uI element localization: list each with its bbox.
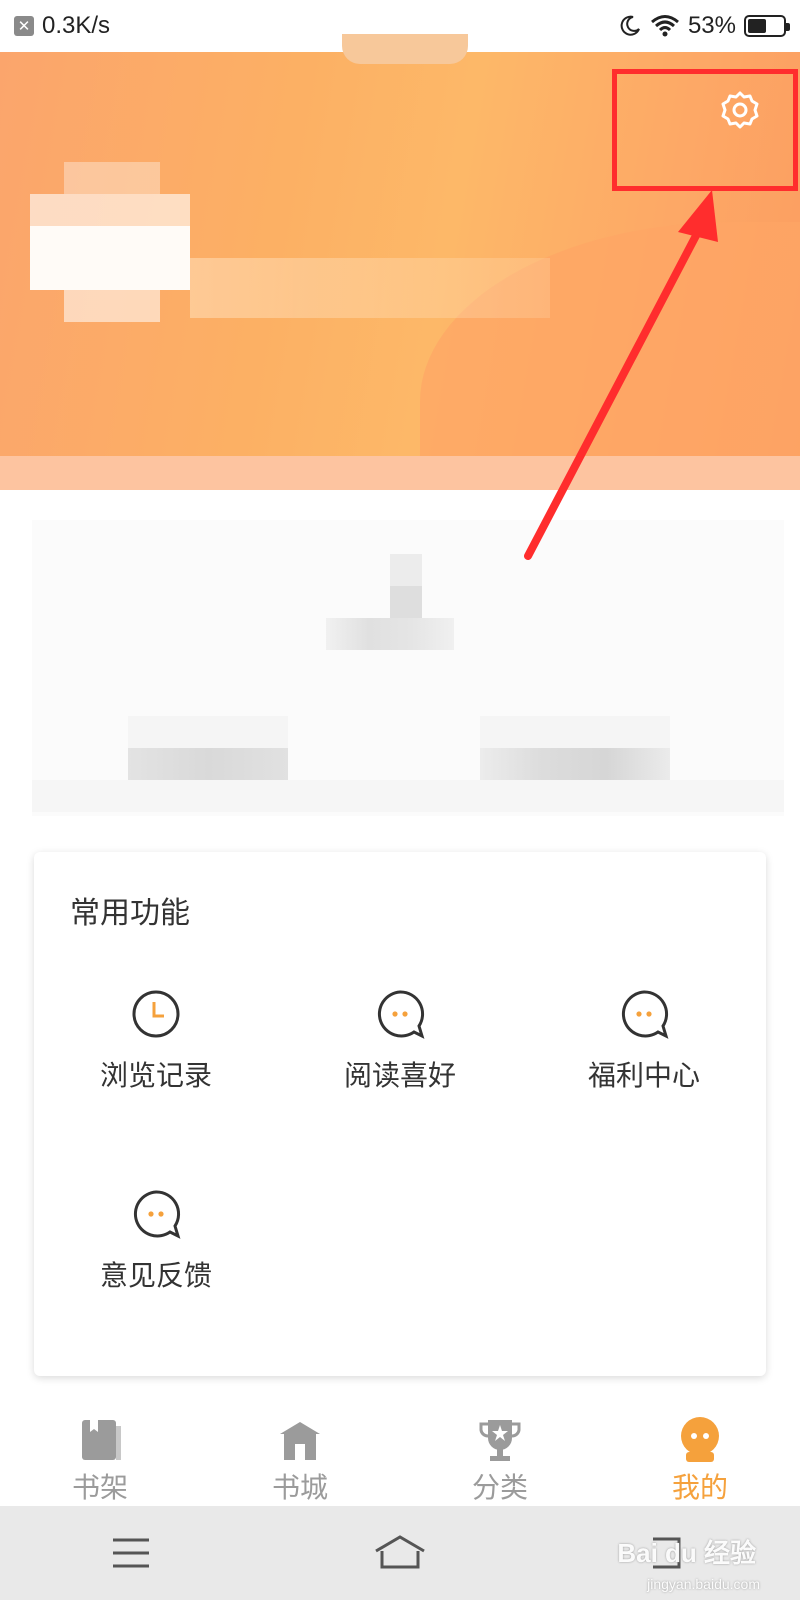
store-icon: [280, 1422, 320, 1460]
function-feedback[interactable]: 意见反馈: [66, 1188, 246, 1308]
battery-fill: [748, 19, 767, 33]
battery-percent: 53%: [687, 12, 736, 39]
watermark-url: jingyan.baidu.com: [647, 1576, 760, 1592]
chat-bubble-icon: [377, 990, 425, 1039]
chat-bubble-icon: [621, 990, 669, 1039]
function-label: 阅读喜好: [343, 1060, 456, 1091]
chat-bubble-icon: [133, 1190, 181, 1239]
tab-label: 我的: [671, 1472, 728, 1503]
trophy-icon: [479, 1420, 521, 1461]
blurred-stats-panel: [32, 520, 784, 816]
blurred-label: [480, 748, 670, 780]
blurred-label: [128, 716, 288, 748]
blurred-icon: [326, 618, 454, 650]
menu-icon[interactable]: [111, 1536, 151, 1570]
avatar[interactable]: [30, 162, 190, 332]
function-reading-preferences[interactable]: 阅读喜好: [310, 988, 490, 1108]
username-blurred: [190, 258, 550, 318]
function-browse-history[interactable]: 浏览记录: [66, 988, 246, 1108]
tab-category[interactable]: 分类: [400, 1400, 600, 1506]
tab-label: 书架: [71, 1472, 128, 1503]
function-label: 浏览记录: [99, 1060, 212, 1091]
pull-tab: [342, 34, 468, 64]
wifi-icon: [650, 15, 679, 37]
blurred-icon: [390, 586, 422, 618]
bottom-tab-bar: 书架 书城 分类 我的: [0, 1400, 800, 1506]
face-icon: [681, 1417, 719, 1462]
network-speed: 0.3K/s: [42, 12, 111, 39]
blurred-divider: [32, 780, 784, 812]
home-icon[interactable]: [372, 1533, 428, 1573]
tab-bookstore[interactable]: 书城: [200, 1400, 400, 1506]
clock-icon: [132, 990, 180, 1038]
book-icon: [82, 1420, 121, 1460]
status-right: 53%: [618, 12, 790, 40]
blurred-label: [480, 716, 670, 748]
tab-mine[interactable]: 我的: [600, 1400, 800, 1506]
system-navigation-bar: Bai du 经验 jingyan.baidu.com: [0, 1506, 800, 1600]
status-left: ✕ 0.3K/s: [14, 12, 110, 40]
close-badge-icon: ✕: [14, 16, 34, 36]
battery-icon: [744, 15, 790, 37]
profile-page: ✕ 0.3K/s 53% 常用功能 浏览记录 阅读喜好 福利中心 意见反馈 书架…: [0, 0, 800, 1600]
function-benefits-center[interactable]: 福利中心: [554, 988, 734, 1108]
tab-label: 书城: [271, 1472, 328, 1503]
moon-icon: [620, 15, 640, 36]
blurred-label: [128, 748, 288, 780]
function-label: 意见反馈: [99, 1260, 212, 1291]
watermark-brand: Bai du 经验: [617, 1538, 756, 1568]
section-title: 常用功能: [70, 897, 190, 930]
function-label: 福利中心: [587, 1060, 700, 1091]
annotation-highlight-box: [612, 69, 798, 191]
banner-band: [0, 456, 800, 490]
blurred-icon: [390, 554, 422, 586]
tab-label: 分类: [471, 1472, 528, 1503]
tab-bookshelf[interactable]: 书架: [0, 1400, 200, 1506]
common-functions-card: 常用功能 浏览记录 阅读喜好 福利中心 意见反馈: [34, 852, 766, 1376]
